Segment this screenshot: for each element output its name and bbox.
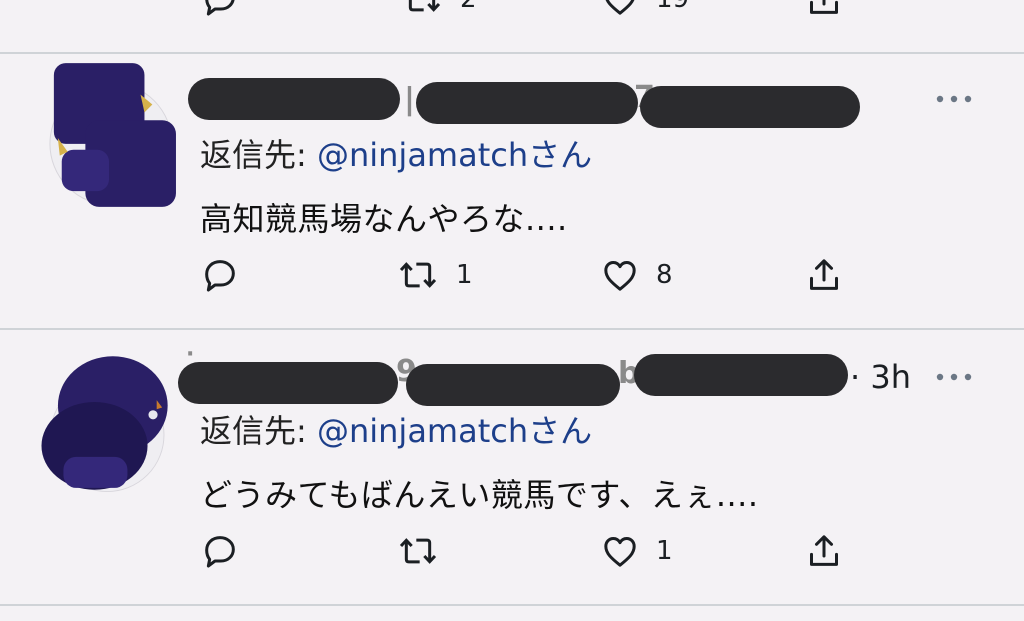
redacted-display-name [188, 78, 400, 120]
share-button[interactable] [804, 250, 844, 300]
reply-to-handle[interactable]: @ninjamatchさん [317, 136, 592, 174]
reply-to-line: 返信先: @ninjamatchさん [200, 130, 592, 176]
redacted-username [640, 86, 860, 128]
share-icon [810, 535, 838, 566]
redacted-username [634, 354, 848, 396]
previous-tweet-actions: 2 19 [200, 0, 860, 24]
tweet-text: どうみてもばんえい競馬です、えぇ.... [200, 476, 759, 514]
tweet-actions: 1 [200, 526, 860, 576]
tweet-actions: 1 8 [200, 250, 860, 300]
divider [0, 604, 1024, 606]
tweet[interactable]: · 9 b · 3h 返信先: @ninjamatchさん どうみてもばんえい競… [0, 330, 1024, 604]
reply-button[interactable] [200, 250, 240, 300]
share-icon [810, 259, 838, 290]
retweet-icon [408, 0, 441, 12]
redacted-display-name [416, 82, 638, 124]
like-icon [604, 261, 636, 291]
reply-to-label: 返信先: [200, 412, 317, 450]
retweet-button[interactable]: 1 [396, 250, 473, 300]
like-count: 19 [656, 0, 689, 14]
reply-icon [205, 260, 235, 292]
avatar[interactable] [36, 348, 168, 498]
share-icon [810, 0, 838, 14]
retweet-button[interactable] [396, 526, 456, 576]
share-button[interactable] [804, 526, 844, 576]
retweet-icon [399, 262, 437, 288]
redacted-display-name [406, 364, 620, 406]
redacted-display-name [178, 362, 398, 404]
retweet-count: 1 [456, 260, 473, 290]
like-icon [604, 537, 636, 567]
like-icon [605, 0, 635, 15]
reply-to-label: 返信先: [200, 136, 317, 174]
tweet-time[interactable]: · 3h [850, 358, 911, 396]
share-button[interactable] [804, 0, 844, 24]
reply-icon [205, 536, 235, 568]
reply-button[interactable] [200, 526, 240, 576]
tweet[interactable]: | 7 返信先: @ninjamatchさん 高知競馬場なんやろな.... [0, 54, 1024, 330]
like-button[interactable]: 1 [600, 526, 673, 576]
reply-button[interactable] [200, 0, 240, 24]
more-icon[interactable] [934, 92, 974, 106]
retweet-count: 2 [460, 0, 477, 14]
reply-to-line: 返信先: @ninjamatchさん [200, 406, 592, 452]
retweet-button[interactable]: 2 [400, 0, 477, 24]
reply-icon [205, 0, 235, 16]
like-count: 1 [656, 536, 673, 566]
tweet-text: 高知競馬場なんやろな.... [200, 200, 568, 238]
retweet-icon [399, 538, 437, 564]
timeline-feed: 2 19 | 7 [0, 0, 1024, 621]
more-icon[interactable] [934, 370, 974, 384]
like-button[interactable]: 8 [600, 250, 673, 300]
avatar[interactable] [46, 60, 176, 210]
like-button[interactable]: 19 [600, 0, 689, 24]
reply-to-handle[interactable]: @ninjamatchさん [317, 412, 592, 450]
like-count: 8 [656, 260, 673, 290]
name-fragment: | [404, 82, 415, 117]
